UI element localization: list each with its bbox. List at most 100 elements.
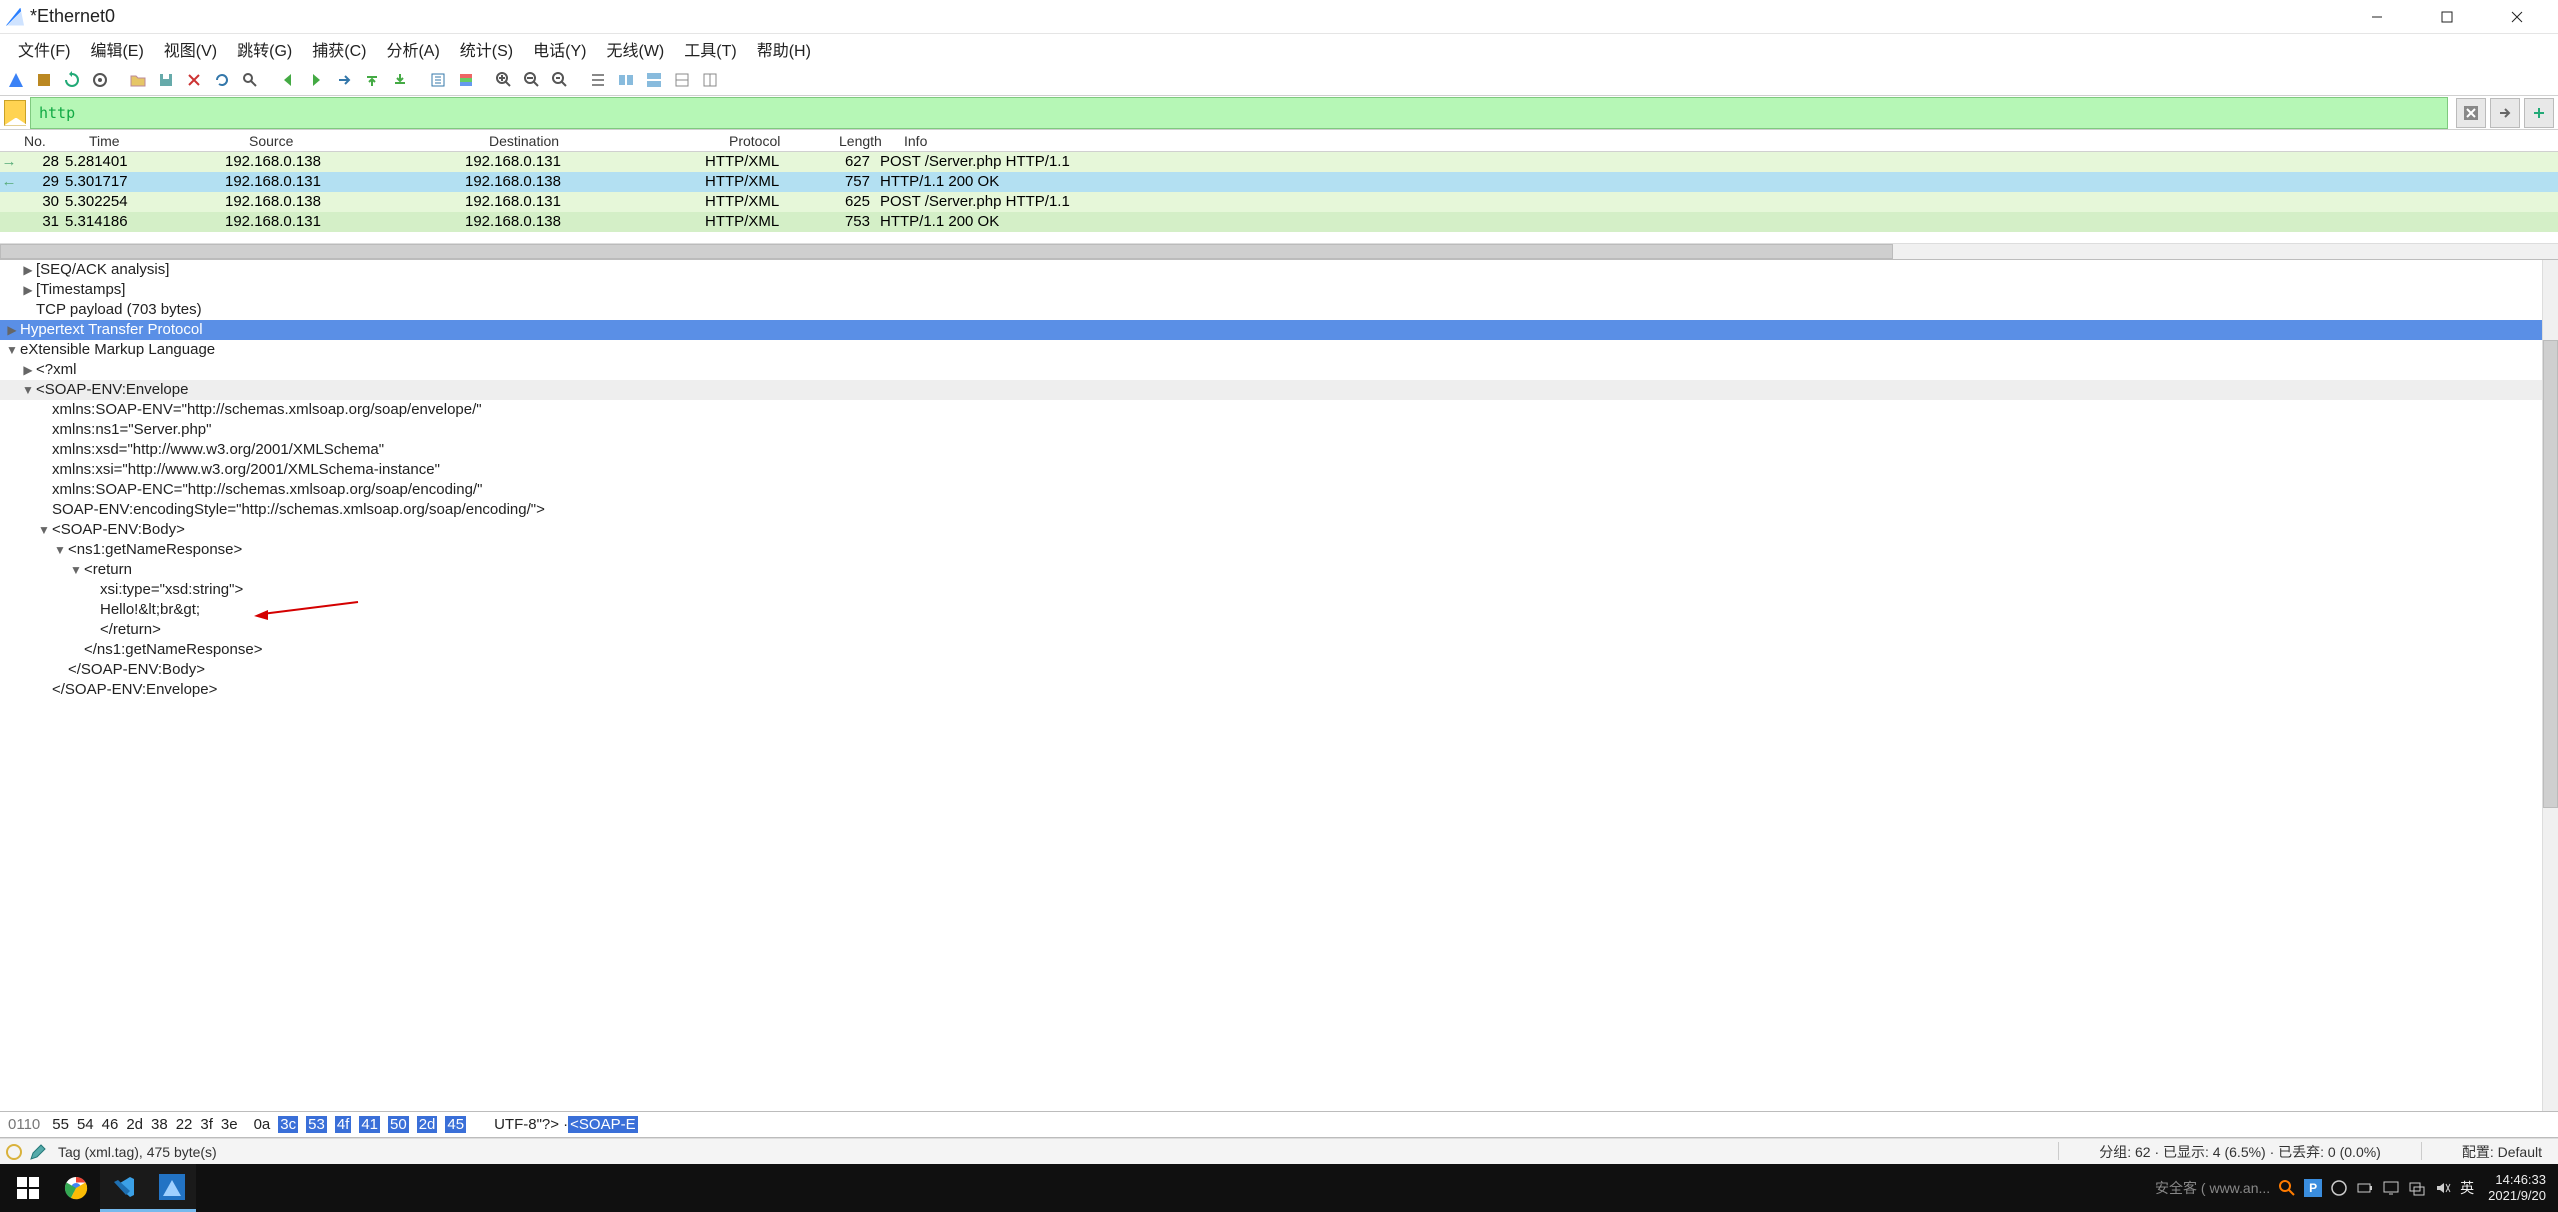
- menu-item[interactable]: 跳转(G): [227, 33, 302, 65]
- tree-node[interactable]: xsi:type="xsd:string">: [0, 580, 2558, 600]
- tree-node[interactable]: ▶Hypertext Transfer Protocol: [0, 320, 2558, 340]
- disclosure-icon[interactable]: ▶: [20, 260, 36, 280]
- toolbar-save-icon[interactable]: [154, 68, 178, 92]
- packet-row[interactable]: ←295.301717192.168.0.131192.168.0.138HTT…: [0, 172, 2558, 192]
- menu-item[interactable]: 编辑(E): [80, 33, 153, 65]
- toolbar-start-capture-icon[interactable]: [4, 68, 28, 92]
- tree-node[interactable]: </SOAP-ENV:Envelope>: [0, 680, 2558, 700]
- packet-bytes-pane[interactable]: 0110 5554462d38223f3e0a3c534f41502d45 UT…: [0, 1112, 2558, 1138]
- tree-node[interactable]: TCP payload (703 bytes): [0, 300, 2558, 320]
- col-header-no[interactable]: No.: [18, 133, 83, 149]
- disclosure-icon[interactable]: ▼: [4, 340, 20, 360]
- menu-item[interactable]: 帮助(H): [747, 33, 821, 65]
- toolbar-zoomin-icon[interactable]: [492, 68, 516, 92]
- expert-info-icon[interactable]: [6, 1144, 22, 1160]
- display-filter-input[interactable]: [30, 97, 2448, 129]
- packet-details-pane[interactable]: ▶[SEQ/ACK analysis]▶[Timestamps] TCP pay…: [0, 260, 2558, 1112]
- tree-node[interactable]: ▶[Timestamps]: [0, 280, 2558, 300]
- tree-node[interactable]: </return>: [0, 620, 2558, 640]
- status-profile[interactable]: 配置: Default: [2462, 1142, 2542, 1162]
- toolbar-gobot-icon[interactable]: [388, 68, 412, 92]
- packet-list-body[interactable]: →285.281401192.168.0.138192.168.0.131HTT…: [0, 152, 2558, 243]
- tray-clock[interactable]: 14:46:33 2021/9/20: [2488, 1172, 2546, 1204]
- tray-p-icon[interactable]: P: [2304, 1179, 2322, 1197]
- tree-node[interactable]: ▼<return: [0, 560, 2558, 580]
- col-header-protocol[interactable]: Protocol: [723, 133, 833, 149]
- clear-filter-button[interactable]: [2456, 98, 2486, 128]
- toolbar-reload-icon[interactable]: [210, 68, 234, 92]
- toolbar-gotop-icon[interactable]: [360, 68, 384, 92]
- tray-circle-icon[interactable]: [2330, 1179, 2348, 1197]
- disclosure-icon[interactable]: ▼: [20, 380, 36, 400]
- tree-node[interactable]: ▶[SEQ/ACK analysis]: [0, 260, 2558, 280]
- tree-node[interactable]: ▼<ns1:getNameResponse>: [0, 540, 2558, 560]
- menu-item[interactable]: 视图(V): [154, 33, 227, 65]
- tree-node[interactable]: </ns1:getNameResponse>: [0, 640, 2558, 660]
- col-header-time[interactable]: Time: [83, 133, 243, 149]
- tray-network-icon[interactable]: [2408, 1179, 2426, 1197]
- toolbar-misc3-icon[interactable]: [642, 68, 666, 92]
- edit-icon[interactable]: [28, 1142, 48, 1162]
- tray-volume-icon[interactable]: [2434, 1179, 2452, 1197]
- tray-ime[interactable]: 英: [2460, 1178, 2474, 1198]
- toolbar-misc5-icon[interactable]: [698, 68, 722, 92]
- taskbar-wireshark-icon[interactable]: [148, 1164, 196, 1212]
- start-button[interactable]: [4, 1164, 52, 1212]
- taskbar-chrome-icon[interactable]: [52, 1164, 100, 1212]
- col-header-source[interactable]: Source: [243, 133, 483, 149]
- taskbar-vscode-icon[interactable]: [100, 1164, 148, 1212]
- toolbar-zoomfit-icon[interactable]: [548, 68, 572, 92]
- menu-item[interactable]: 电话(Y): [523, 33, 596, 65]
- tree-node[interactable]: ▼eXtensible Markup Language: [0, 340, 2558, 360]
- disclosure-icon[interactable]: ▼: [68, 560, 84, 580]
- maximize-button[interactable]: [2412, 0, 2482, 34]
- search-icon[interactable]: [2278, 1179, 2296, 1197]
- toolbar-open-icon[interactable]: [126, 68, 150, 92]
- col-header-length[interactable]: Length: [833, 133, 898, 149]
- toolbar-forward-icon[interactable]: [304, 68, 328, 92]
- tree-node[interactable]: xmlns:ns1="Server.php": [0, 420, 2558, 440]
- tree-node[interactable]: ▼<SOAP-ENV:Envelope: [0, 380, 2558, 400]
- disclosure-icon[interactable]: ▶: [20, 280, 36, 300]
- tree-node[interactable]: xmlns:xsi="http://www.w3.org/2001/XMLSch…: [0, 460, 2558, 480]
- menu-item[interactable]: 捕获(C): [302, 33, 376, 65]
- tray-monitor-icon[interactable]: [2382, 1179, 2400, 1197]
- menu-item[interactable]: 工具(T): [674, 33, 746, 65]
- minimize-button[interactable]: [2342, 0, 2412, 34]
- tree-node[interactable]: </SOAP-ENV:Body>: [0, 660, 2558, 680]
- col-header-destination[interactable]: Destination: [483, 133, 723, 149]
- toolbar-find-icon[interactable]: [238, 68, 262, 92]
- disclosure-icon[interactable]: ▼: [36, 520, 52, 540]
- tree-node[interactable]: Hello!&lt;br&gt;: [0, 600, 2558, 620]
- toolbar-resize-cols-icon[interactable]: [586, 68, 610, 92]
- toolbar-restart-capture-icon[interactable]: [60, 68, 84, 92]
- tree-node[interactable]: ▼<SOAP-ENV:Body>: [0, 520, 2558, 540]
- close-button[interactable]: [2482, 0, 2552, 34]
- toolbar-colorize-icon[interactable]: [454, 68, 478, 92]
- menu-item[interactable]: 统计(S): [450, 33, 523, 65]
- toolbar-misc2-icon[interactable]: [614, 68, 638, 92]
- disclosure-icon[interactable]: ▼: [52, 540, 68, 560]
- disclosure-icon[interactable]: ▶: [4, 320, 20, 340]
- tree-node[interactable]: SOAP-ENV:encodingStyle="http://schemas.x…: [0, 500, 2558, 520]
- toolbar-options-icon[interactable]: [88, 68, 112, 92]
- tree-node[interactable]: xmlns:xsd="http://www.w3.org/2001/XMLSch…: [0, 440, 2558, 460]
- toolbar-back-icon[interactable]: [276, 68, 300, 92]
- toolbar-close-icon[interactable]: [182, 68, 206, 92]
- bookmark-icon[interactable]: [4, 100, 26, 126]
- packet-row[interactable]: →285.281401192.168.0.138192.168.0.131HTT…: [0, 152, 2558, 172]
- toolbar-misc4-icon[interactable]: [670, 68, 694, 92]
- tree-node[interactable]: ▶<?xml: [0, 360, 2558, 380]
- tray-battery-icon[interactable]: [2356, 1179, 2374, 1197]
- menu-item[interactable]: 分析(A): [376, 33, 449, 65]
- packet-row[interactable]: 315.314186192.168.0.131192.168.0.138HTTP…: [0, 212, 2558, 232]
- toolbar-stop-capture-icon[interactable]: [32, 68, 56, 92]
- disclosure-icon[interactable]: ▶: [20, 360, 36, 380]
- menu-item[interactable]: 文件(F): [8, 33, 80, 65]
- packet-list-hscrollbar[interactable]: [0, 243, 2558, 259]
- details-vscrollbar[interactable]: [2542, 260, 2558, 1111]
- tree-node[interactable]: xmlns:SOAP-ENV="http://schemas.xmlsoap.o…: [0, 400, 2558, 420]
- tree-node[interactable]: xmlns:SOAP-ENC="http://schemas.xmlsoap.o…: [0, 480, 2558, 500]
- toolbar-autoscroll-icon[interactable]: [426, 68, 450, 92]
- add-filter-button[interactable]: [2524, 98, 2554, 128]
